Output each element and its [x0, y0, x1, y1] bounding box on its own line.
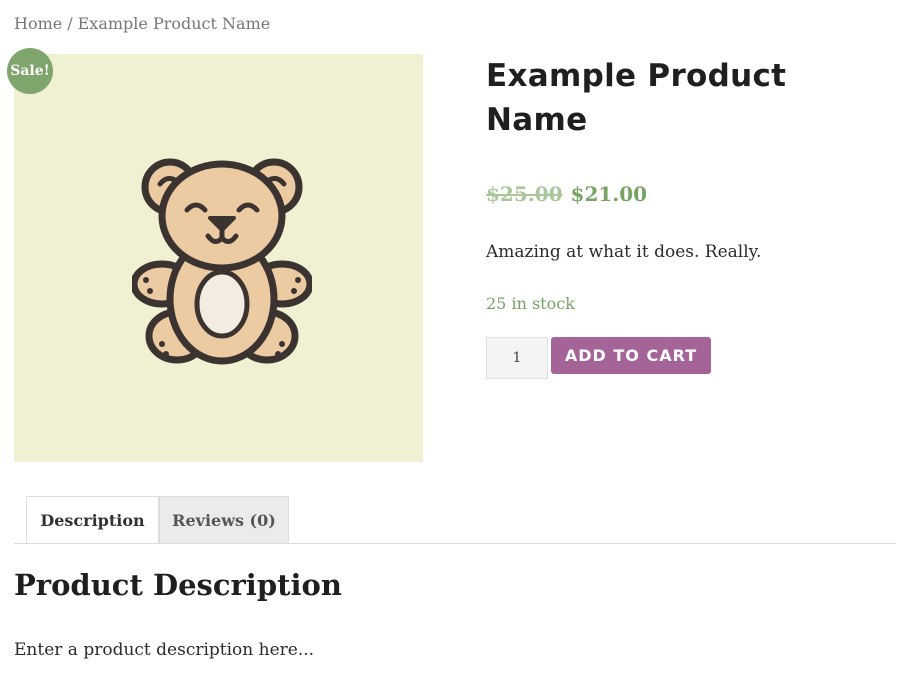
description-text: Enter a product description here... — [14, 640, 315, 660]
breadcrumb-home-link[interactable]: Home — [14, 14, 62, 33]
stock-status: 25 in stock — [486, 294, 575, 313]
tabs-divider — [14, 543, 896, 544]
breadcrumb-current: Example Product Name — [77, 14, 271, 33]
product-image-gallery[interactable] — [14, 54, 423, 462]
tab-description[interactable]: Description — [26, 496, 159, 543]
product-price: $25.00 $21.00 — [486, 182, 886, 206]
description-heading: Product Description — [14, 568, 342, 602]
quantity-input[interactable]: 1 — [486, 337, 548, 379]
tab-reviews[interactable]: Reviews (0) — [159, 496, 289, 543]
teddy-bear-icon — [132, 158, 312, 365]
breadcrumb-separator: / — [67, 14, 73, 33]
product-tabs: Description Reviews (0) — [26, 496, 289, 543]
add-to-cart-button[interactable]: ADD TO CART — [551, 337, 711, 374]
product-summary: Example Product Name $25.00 $21.00 Amazin… — [486, 54, 886, 379]
original-price: $25.00 — [486, 182, 563, 206]
product-short-description: Amazing at what it does. Really. — [486, 242, 762, 262]
sale-price: $21.00 — [570, 182, 648, 206]
sale-badge: Sale! — [7, 48, 53, 94]
breadcrumb: Home / Example Product Name — [14, 14, 270, 33]
add-to-cart-form: 1 ADD TO CART — [486, 337, 886, 379]
product-title: Example Product Name — [486, 58, 787, 138]
